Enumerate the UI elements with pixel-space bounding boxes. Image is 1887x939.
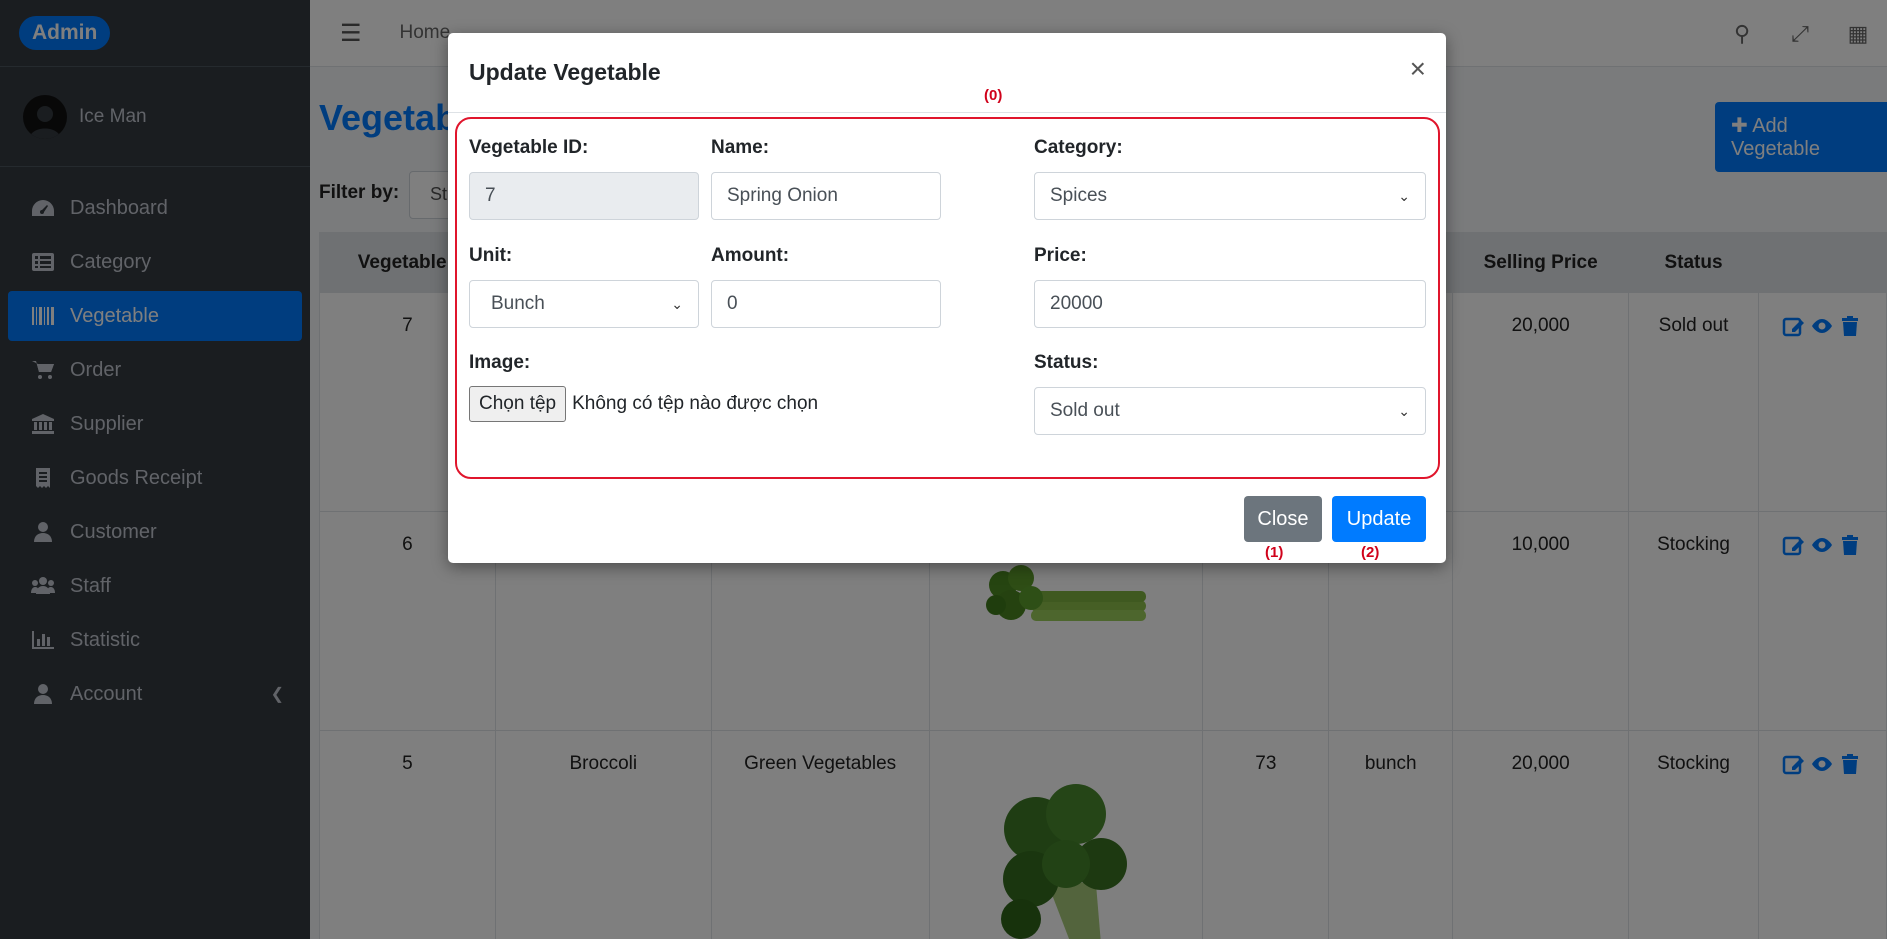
annotation-update: (2) xyxy=(1361,544,1380,561)
unit-label: Unit: xyxy=(469,245,513,266)
modal-header: Update Vegetable × xyxy=(448,33,1446,113)
status-select-value: Sold out xyxy=(1050,400,1120,421)
name-label: Name: xyxy=(711,137,770,158)
update-vegetable-modal: Update Vegetable × (0) Vegetable ID: 7 N… xyxy=(448,33,1446,563)
price-label: Price: xyxy=(1034,245,1087,266)
vegetable-id-field: 7 xyxy=(469,172,699,220)
status-label: Status: xyxy=(1034,352,1099,373)
vegetable-id-label: Vegetable ID: xyxy=(469,137,589,158)
file-status: Không có tệp nào được chọn xyxy=(572,393,819,414)
image-file-input[interactable]: Chọn tệp Không có tệp nào được chọn xyxy=(469,386,818,422)
chevron-down-icon: ⌄ xyxy=(1398,187,1410,204)
status-select[interactable]: Sold out ⌄ xyxy=(1034,387,1426,435)
chevron-down-icon: ⌄ xyxy=(1398,402,1410,419)
category-label: Category: xyxy=(1034,137,1123,158)
chevron-down-icon: ⌄ xyxy=(671,295,683,312)
name-input[interactable]: Spring Onion xyxy=(711,172,941,220)
unit-select-value: Bunch xyxy=(491,293,545,314)
amount-input[interactable]: 0 xyxy=(711,280,941,328)
category-select[interactable]: Spices ⌄ xyxy=(1034,172,1426,220)
image-label: Image: xyxy=(469,352,531,373)
price-input[interactable]: 20000 xyxy=(1034,280,1426,328)
app-root: Admin Ice Man Dashboard Category Vegetab… xyxy=(0,0,1887,939)
annotation-close: (1) xyxy=(1265,544,1284,561)
choose-file-button[interactable]: Chọn tệp xyxy=(469,386,567,422)
category-select-value: Spices xyxy=(1050,185,1108,206)
unit-select[interactable]: Bunch ⌄ xyxy=(469,280,699,328)
annotation-form: (0) xyxy=(984,87,1003,104)
close-button[interactable]: Close xyxy=(1244,496,1322,542)
update-button[interactable]: Update xyxy=(1332,496,1426,542)
amount-label: Amount: xyxy=(711,245,790,266)
close-icon[interactable]: × xyxy=(1410,53,1426,85)
modal-title: Update Vegetable xyxy=(469,59,661,85)
